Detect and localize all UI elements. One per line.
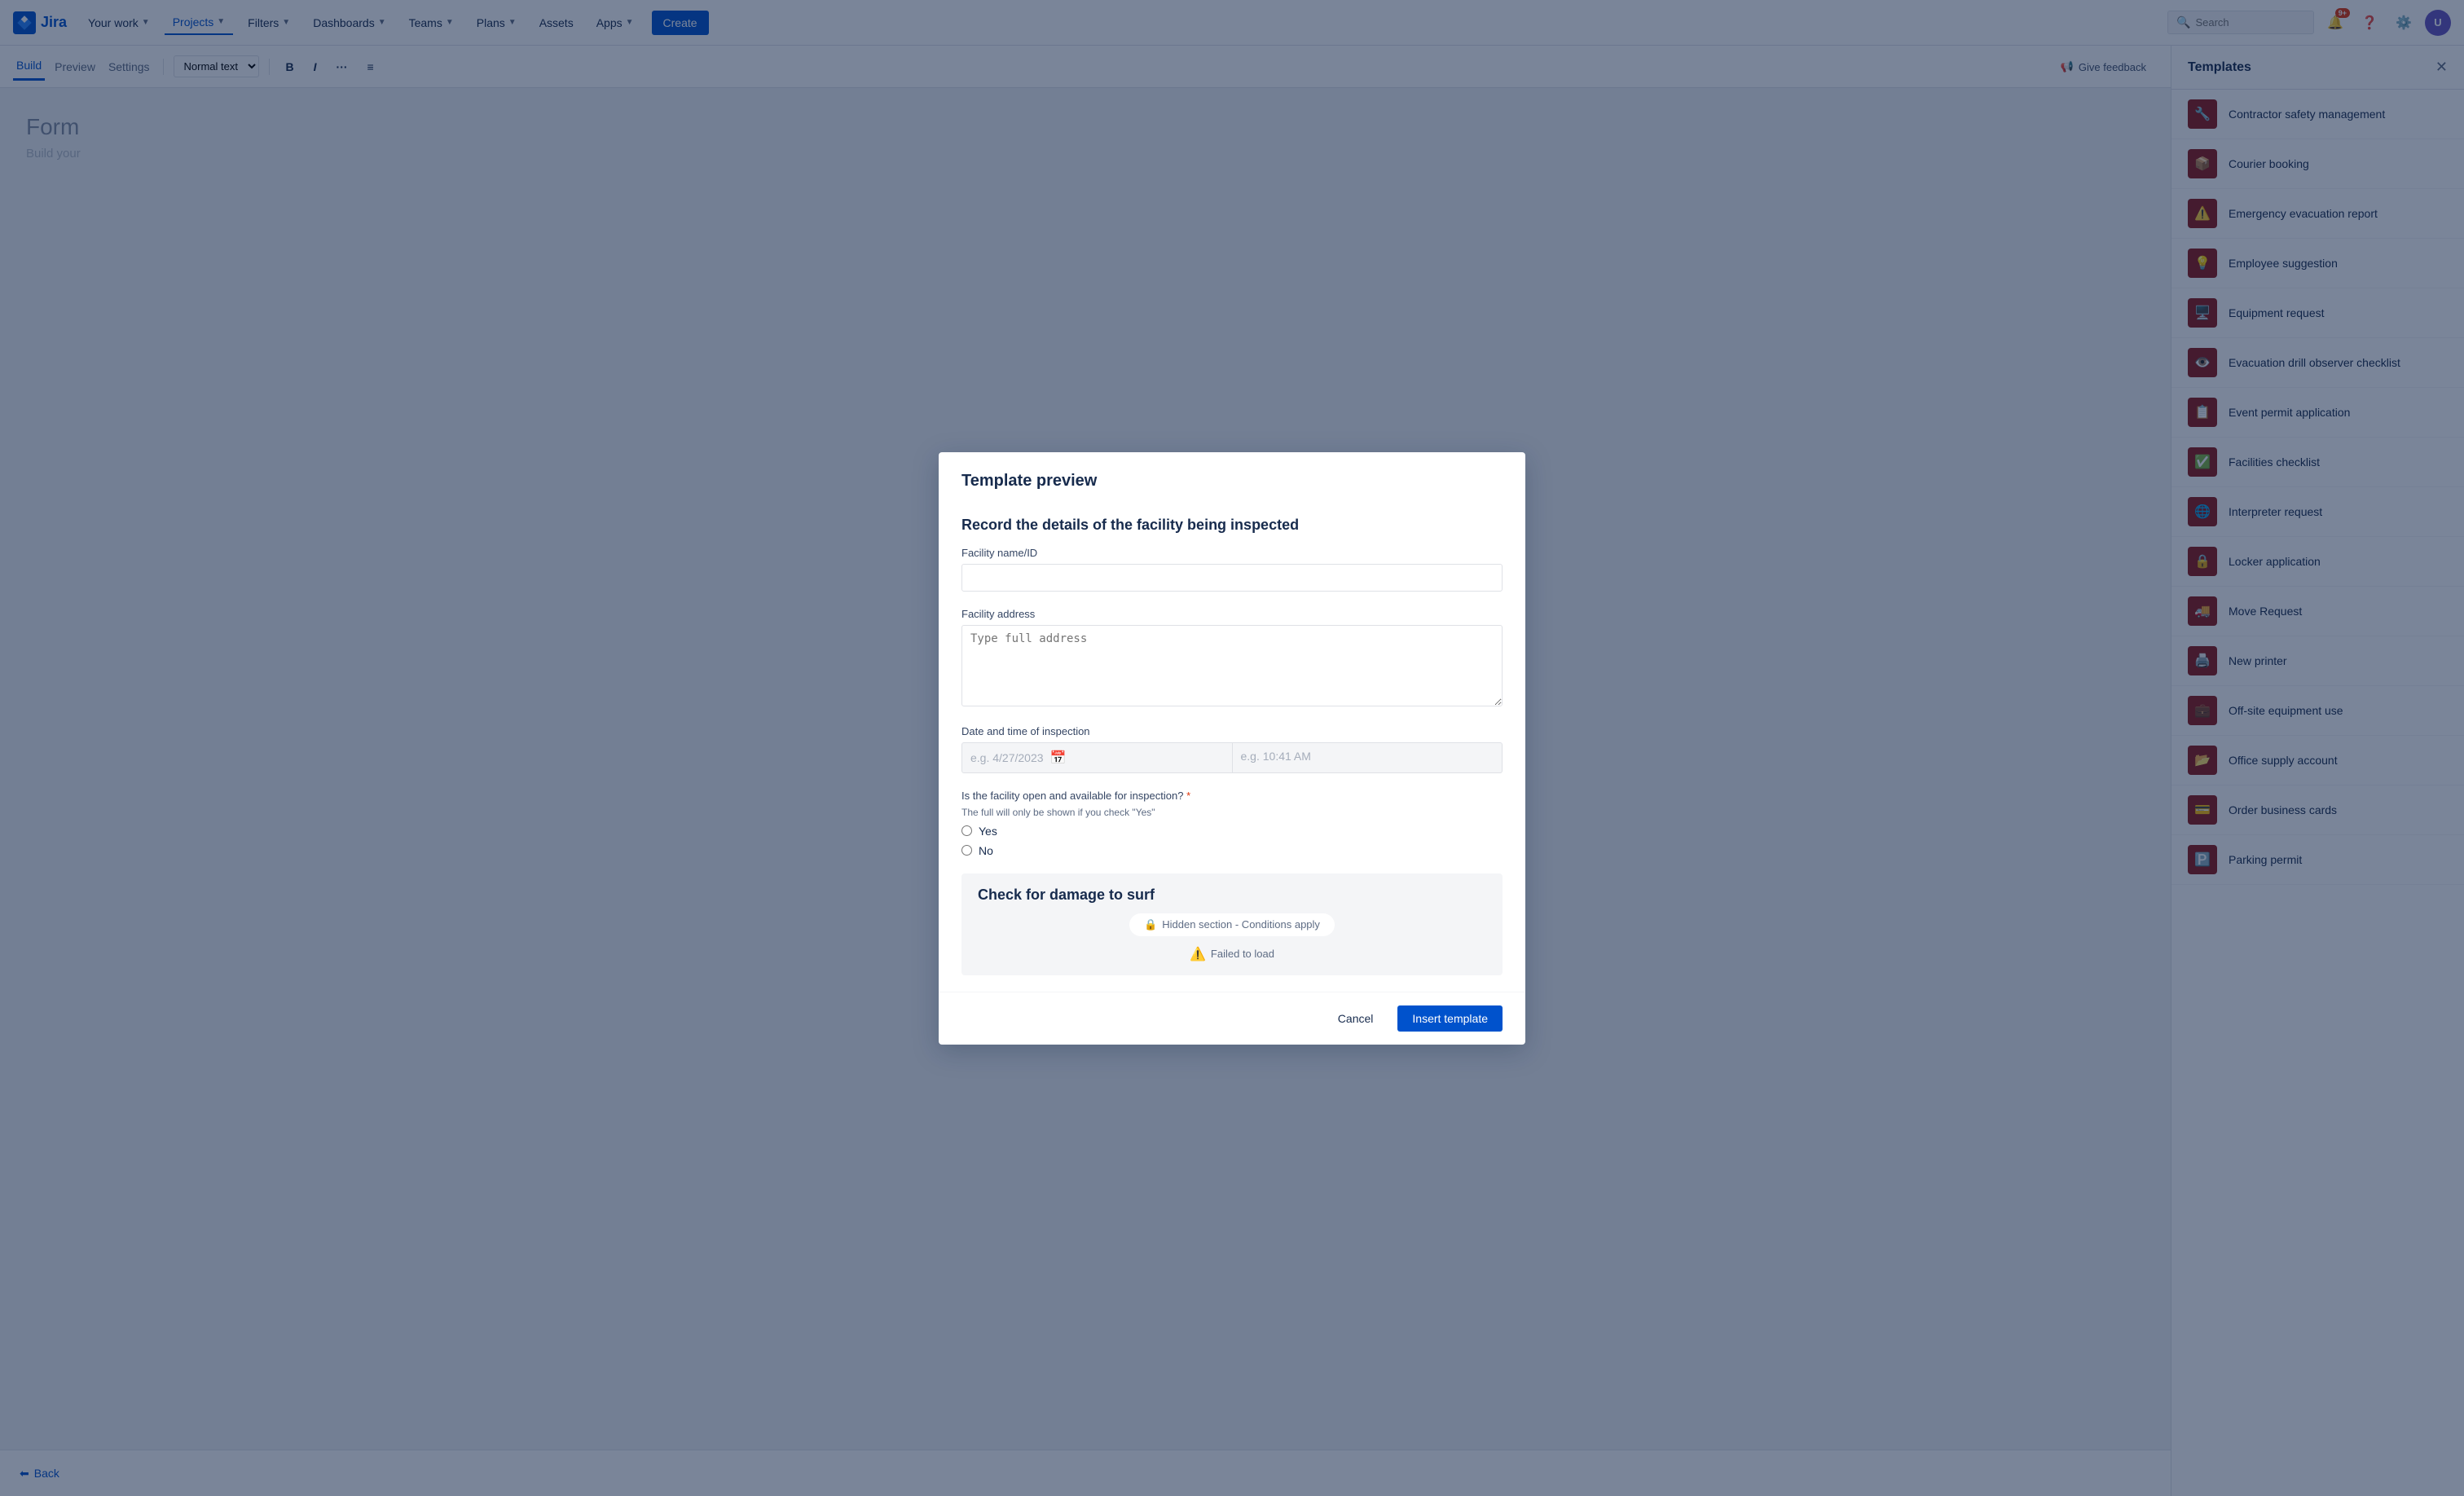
radio-yes[interactable]: Yes bbox=[961, 825, 1503, 838]
facility-name-input[interactable] bbox=[961, 564, 1503, 592]
dialog-title: Template preview bbox=[961, 472, 1097, 490]
dialog-body: Record the details of the facility being… bbox=[939, 504, 1525, 992]
cancel-button[interactable]: Cancel bbox=[1323, 1005, 1388, 1032]
time-placeholder: e.g. 10:41 AM bbox=[1241, 750, 1311, 763]
modal-overlay: Template preview Record the details of t… bbox=[0, 0, 2464, 1496]
radio-yes-input[interactable] bbox=[961, 825, 972, 836]
required-indicator: * bbox=[1186, 790, 1190, 802]
calendar-icon: 📅 bbox=[1050, 750, 1067, 766]
radio-group: Yes No bbox=[961, 825, 1503, 857]
radio-no[interactable]: No bbox=[961, 844, 1503, 857]
insert-template-button[interactable]: Insert template bbox=[1397, 1005, 1503, 1032]
facility-name-label: Facility name/ID bbox=[961, 547, 1503, 559]
hidden-section-title: Check for damage to surf bbox=[978, 887, 1155, 904]
date-input[interactable]: e.g. 4/27/2023 📅 bbox=[961, 742, 1233, 773]
failed-load: ⚠️ Failed to load bbox=[1190, 946, 1274, 962]
radio-no-input[interactable] bbox=[961, 845, 972, 856]
date-placeholder: e.g. 4/27/2023 bbox=[970, 751, 1044, 764]
facility-address-field: Facility address bbox=[961, 608, 1503, 709]
facility-address-label: Facility address bbox=[961, 608, 1503, 620]
facility-address-textarea[interactable] bbox=[961, 625, 1503, 706]
dialog-footer: Cancel Insert template bbox=[939, 992, 1525, 1045]
warning-icon: ⚠️ bbox=[1190, 946, 1206, 962]
date-time-field: Date and time of inspection e.g. 4/27/20… bbox=[961, 725, 1503, 773]
time-input[interactable]: e.g. 10:41 AM bbox=[1233, 742, 1503, 773]
facility-name-field: Facility name/ID bbox=[961, 547, 1503, 592]
open-hint: The full will only be shown if you check… bbox=[961, 807, 1503, 818]
date-time-label: Date and time of inspection bbox=[961, 725, 1503, 737]
conditions-badge: 🔒 Hidden section - Conditions apply bbox=[1129, 913, 1335, 936]
date-time-row: e.g. 4/27/2023 📅 e.g. 10:41 AM bbox=[961, 742, 1503, 773]
conditions-icon: 🔒 bbox=[1144, 918, 1157, 931]
facility-open-label: Is the facility open and available for i… bbox=[961, 790, 1503, 802]
facility-open-field: Is the facility open and available for i… bbox=[961, 790, 1503, 857]
template-preview-dialog: Template preview Record the details of t… bbox=[939, 452, 1525, 1045]
hidden-section: Check for damage to surf 🔒 Hidden sectio… bbox=[961, 873, 1503, 975]
dialog-header: Template preview bbox=[939, 452, 1525, 504]
section-title: Record the details of the facility being… bbox=[961, 517, 1503, 534]
